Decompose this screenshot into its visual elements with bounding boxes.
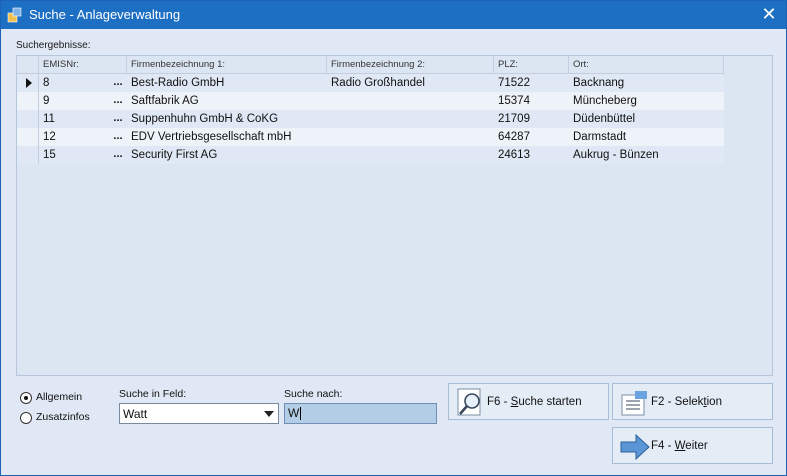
cell-ort[interactable]: Müncheberg: [569, 92, 724, 110]
cell-plz[interactable]: 15374: [494, 92, 569, 110]
cell-firma2[interactable]: [327, 146, 494, 164]
cell-firma1[interactable]: Best-Radio GmbH: [127, 74, 327, 92]
start-search-label: F6 - Suche starten: [487, 396, 582, 408]
chevron-down-icon[interactable]: [264, 411, 274, 417]
cell-plz[interactable]: 24613: [494, 146, 569, 164]
results-label: Suchergebnisse:: [16, 40, 91, 51]
row-details-button[interactable]: ...: [109, 74, 127, 92]
table-row[interactable]: 8 Best-Radio GmbH Radio Großhandel 71522 Bac…: [17, 74, 724, 92]
table-row[interactable]: 11 Suppenhuhn GmbH & CoKG 21709 Düdenbüttel…: [17, 110, 724, 128]
cell-ort[interactable]: Aukrug - Bünzen: [569, 146, 724, 164]
header-firma1[interactable]: Firmenbezeichnung 1:: [127, 56, 327, 74]
cell-emisnr[interactable]: 9: [39, 92, 109, 110]
cell-plz[interactable]: 64287: [494, 128, 569, 146]
radio-zusatzinfos[interactable]: Zusatzinfos: [20, 410, 120, 426]
table-row[interactable]: 12 EDV Vertriebsgesellschaft mbH 64287 Darm…: [17, 128, 724, 146]
table-row[interactable]: 9 Saftfabrik AG 15374 Müncheberg...: [17, 92, 724, 110]
search-query-label: Suche nach:: [284, 388, 343, 400]
form-select-icon: [621, 391, 647, 416]
selection-button[interactable]: F2 - Selektion: [612, 383, 773, 420]
cell-plz[interactable]: 71522: [494, 74, 569, 92]
cell-emisnr[interactable]: 8: [39, 74, 109, 92]
cell-firma2[interactable]: [327, 110, 494, 128]
header-emisnr[interactable]: EMISNr:: [39, 56, 127, 74]
next-button[interactable]: F4 - Weiter: [612, 427, 773, 464]
cell-ort[interactable]: Backnang: [569, 74, 724, 92]
header-ort[interactable]: Ort:: [569, 56, 724, 74]
cell-firma2[interactable]: [327, 92, 494, 110]
row-indicator[interactable]: [17, 92, 39, 110]
header-indicator: [17, 56, 39, 74]
table-row[interactable]: 15 Security First AG 24613 Aukrug - Bünzen.…: [17, 146, 724, 164]
magnifier-icon: [457, 388, 481, 416]
cell-firma1[interactable]: Security First AG: [127, 146, 327, 164]
cell-firma2[interactable]: Radio Großhandel: [327, 74, 494, 92]
next-label: F4 - Weiter: [651, 440, 708, 452]
header-firma2[interactable]: Firmenbezeichnung 2:: [327, 56, 494, 74]
radio-label: Zusatzinfos: [36, 411, 90, 423]
cell-firma2[interactable]: [327, 128, 494, 146]
radio-allgemein[interactable]: Allgemein: [20, 390, 120, 406]
search-field-label: Suche in Feld:: [119, 388, 187, 400]
results-grid[interactable]: EMISNr: Firmenbezeichnung 1: Firmenbezei…: [16, 55, 773, 376]
radio-label: Allgemein: [36, 391, 83, 403]
grid-header: EMISNr: Firmenbezeichnung 1: Firmenbezei…: [17, 56, 724, 74]
search-query-value: W: [288, 406, 300, 420]
cell-firma1[interactable]: EDV Vertriebsgesellschaft mbH: [127, 128, 327, 146]
cell-emisnr[interactable]: 11: [39, 110, 109, 128]
header-plz[interactable]: PLZ:: [494, 56, 569, 74]
row-indicator[interactable]: [17, 128, 39, 146]
row-indicator[interactable]: [17, 74, 39, 92]
start-search-button[interactable]: F6 - Suche starten: [448, 383, 609, 420]
window-title: Suche - Anlageverwaltung: [29, 7, 181, 22]
cell-ort[interactable]: Darmstadt: [569, 128, 724, 146]
search-field-value: Watt: [123, 407, 148, 421]
title-bar[interactable]: Suche - Anlageverwaltung ✕: [1, 1, 786, 29]
close-icon: ✕: [761, 4, 777, 24]
search-field-select[interactable]: Watt: [119, 403, 279, 424]
app-icon: [7, 7, 22, 23]
cell-ort[interactable]: Düdenbüttel: [569, 110, 724, 128]
current-row-icon: [26, 78, 32, 88]
radio-circle: [20, 412, 32, 424]
search-dialog: Suche - Anlageverwaltung ✕ Suchergebniss…: [0, 0, 787, 476]
selection-label: F2 - Selektion: [651, 396, 722, 408]
cell-plz[interactable]: 21709: [494, 110, 569, 128]
row-details-button[interactable]: ...: [109, 92, 127, 110]
close-button[interactable]: ✕: [752, 1, 786, 29]
cell-firma1[interactable]: Saftfabrik AG: [127, 92, 327, 110]
cell-emisnr[interactable]: 15: [39, 146, 109, 164]
cell-emisnr[interactable]: 12: [39, 128, 109, 146]
arrow-right-icon: [620, 433, 650, 461]
row-details-button[interactable]: ...: [109, 128, 127, 146]
row-indicator[interactable]: [17, 110, 39, 128]
row-details-button[interactable]: ...: [109, 110, 127, 128]
radio-circle: [20, 392, 32, 404]
cell-firma1[interactable]: Suppenhuhn GmbH & CoKG: [127, 110, 327, 128]
row-indicator[interactable]: [17, 146, 39, 164]
search-query-input[interactable]: W: [284, 403, 437, 424]
row-details-button[interactable]: ...: [109, 146, 127, 164]
